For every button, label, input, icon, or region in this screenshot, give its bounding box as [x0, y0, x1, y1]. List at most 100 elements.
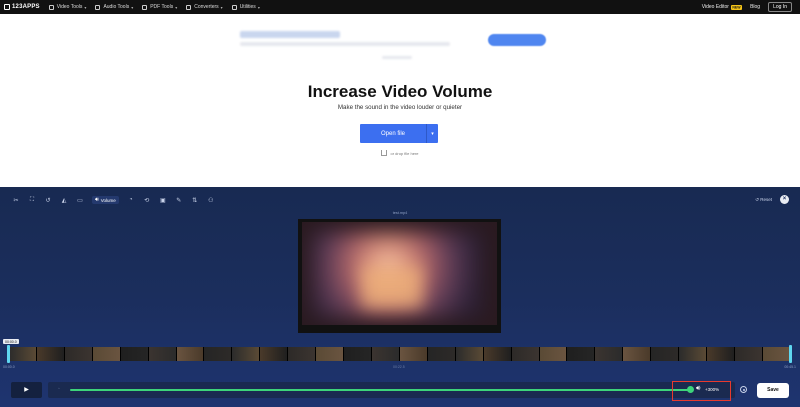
nav-audio-tools[interactable]: Audio Tools ▾	[95, 4, 133, 10]
timeline-thumbnail	[9, 347, 37, 361]
timeline-thumbnail	[92, 347, 121, 361]
nav-label: Utilities	[239, 4, 256, 10]
volume-tool-label: Volume	[100, 197, 116, 203]
play-button[interactable]: ▶	[11, 382, 42, 398]
resize-icon[interactable]: ▭	[76, 196, 84, 204]
timeline-thumbnail	[707, 347, 735, 361]
nav-utilities[interactable]: Utilities ▾	[231, 4, 260, 10]
text-icon[interactable]: ▣	[159, 196, 167, 204]
crop-icon[interactable]: ⛶	[28, 196, 36, 204]
nav-label: Video Tools	[56, 4, 83, 10]
timeline-thumbnail	[455, 347, 484, 361]
timeline-thumbnail	[120, 347, 149, 361]
volume-panel: ◦ 🔊︎ +300%	[48, 382, 735, 398]
download-icon	[381, 150, 388, 156]
ad-text	[382, 56, 412, 59]
timeline-thumbnail	[204, 347, 233, 361]
logo-text: 123APPS	[12, 4, 40, 10]
rotate-icon[interactable]: ↺	[44, 196, 52, 204]
chevron-down-icon[interactable]: ▾	[427, 131, 438, 137]
timeline-thumbnail	[371, 347, 400, 361]
volume-min-icon: ◦	[58, 386, 60, 392]
flip-icon[interactable]: ◭	[60, 196, 68, 204]
utilities-icon	[231, 4, 237, 10]
timeline-thumbnail	[316, 347, 345, 361]
cut-icon[interactable]: ✂	[12, 196, 20, 204]
timeline-frames	[9, 347, 791, 361]
timeline-thumbnail	[260, 347, 289, 361]
loop-icon[interactable]: ⟲	[143, 196, 151, 204]
ad-text	[240, 42, 450, 46]
timeline-thumbnail	[539, 347, 568, 361]
chevron-down-icon: ▾	[220, 4, 223, 10]
speaker-icon: 🔊︎	[95, 196, 99, 203]
speed-icon[interactable]: ◔	[127, 196, 135, 204]
logo-icon	[4, 4, 10, 10]
timeline-thumbnail	[288, 347, 317, 361]
ad-button[interactable]	[488, 34, 546, 46]
volume-slider[interactable]	[70, 389, 690, 391]
video-preview[interactable]	[298, 219, 501, 333]
nav-label: Converters	[194, 4, 219, 10]
blog-link[interactable]: Blog	[750, 4, 760, 10]
video-icon	[48, 4, 54, 10]
reset-button[interactable]: ↺ Reset	[755, 197, 772, 203]
save-button[interactable]: Save	[757, 383, 789, 398]
ad-headline	[240, 31, 340, 38]
page-title: Increase Video Volume	[307, 82, 493, 101]
video-editor-label: Video Editor	[701, 4, 729, 10]
ad-banner[interactable]	[232, 22, 576, 62]
video-editor: ✂ ⛶ ↺ ◭ ▭ 🔊︎ Volume ◔ ⟲ ▣ ✎ ⇅ ⚇ ↺ Reset …	[0, 187, 800, 407]
trim-handle-right[interactable]	[789, 345, 792, 363]
timeline-thumbnail	[734, 347, 763, 361]
timeline-thumbnail	[651, 347, 680, 361]
timeline-thumbnail	[427, 347, 456, 361]
timeline-thumbnail	[623, 347, 652, 361]
time-mid: 00:22.5	[393, 365, 405, 369]
timeline-thumbnail	[511, 347, 540, 361]
settings-icon[interactable]	[740, 386, 747, 393]
chevron-down-icon: ▾	[257, 4, 260, 10]
pdf-icon	[142, 4, 148, 10]
timeline-thumbnail	[567, 347, 596, 361]
file-name: test.mp4	[392, 211, 408, 215]
stabilize-icon[interactable]: ⚇	[207, 196, 215, 204]
timeline-thumbnail	[762, 347, 791, 361]
trim-handle-left[interactable]	[7, 345, 10, 363]
converter-icon	[186, 4, 192, 10]
logo[interactable]: 123APPS	[4, 4, 40, 10]
timeline-thumbnail	[176, 347, 205, 361]
close-icon[interactable]: ×	[780, 195, 789, 204]
login-button[interactable]: Log In	[768, 2, 792, 12]
volume-tool-button[interactable]: 🔊︎ Volume	[92, 196, 119, 204]
nav-pdf-tools[interactable]: PDF Tools ▾	[142, 4, 177, 10]
audio-icon	[95, 4, 101, 10]
highlight-box	[672, 381, 731, 401]
align-icon[interactable]: ⇅	[191, 196, 199, 204]
open-file-button[interactable]: Open file ▾	[360, 124, 438, 143]
drop-hint-text: or drop file here	[390, 150, 419, 156]
page-subtitle: Make the sound in the video louder or qu…	[337, 104, 463, 111]
nav-converters[interactable]: Converters ▾	[186, 4, 223, 10]
timeline[interactable]	[9, 347, 791, 361]
editor-toolbar: ✂ ⛶ ↺ ◭ ▭ 🔊︎ Volume ◔ ⟲ ▣ ✎ ⇅ ⚇	[12, 195, 223, 205]
chevron-down-icon: ▾	[175, 4, 178, 10]
timeline-thumbnail	[36, 347, 65, 361]
timeline-thumbnail	[399, 347, 428, 361]
drop-hint: or drop file here	[0, 150, 800, 156]
timeline-thumbnail	[344, 347, 372, 361]
chevron-down-icon: ▾	[131, 4, 134, 10]
nav-label: PDF Tools	[150, 4, 174, 10]
reset-label: Reset	[760, 197, 772, 202]
time-start: 00:00.0	[3, 365, 15, 369]
video-frame	[302, 222, 497, 325]
video-editor-link[interactable]: Video Editor NEW	[701, 4, 743, 10]
nav-video-tools[interactable]: Video Tools ▾	[48, 4, 87, 10]
top-nav: 123APPS Video Tools ▾ Audio Tools ▾ PDF …	[0, 0, 800, 14]
timeline-thumbnail	[595, 347, 624, 361]
edit-icon[interactable]: ✎	[175, 196, 183, 204]
chevron-down-icon: ▾	[84, 4, 87, 10]
open-file-label: Open file	[380, 130, 405, 137]
time-end: 00:45.1	[784, 365, 796, 369]
timeline-thumbnail	[148, 347, 177, 361]
